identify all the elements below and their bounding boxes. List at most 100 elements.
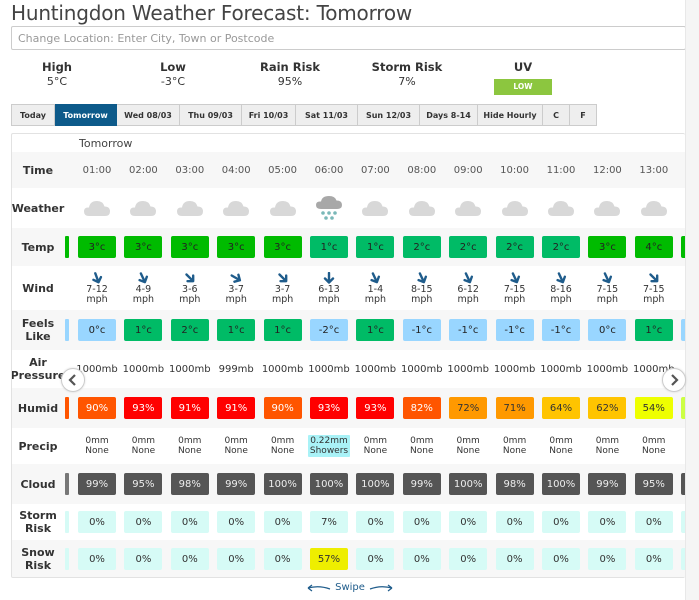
page-scrollbar[interactable] [685,0,699,600]
cell-precip: 0mm None [167,428,213,464]
cell-temp: 2°c [538,228,584,266]
storm-risk-value: 0% [449,511,488,533]
hour-time: 09:00 [453,164,483,176]
summary-rain-risk: Rain Risk 95% [235,60,345,90]
option-c[interactable]: C [543,104,570,126]
precip-value: 0mm None [222,435,249,457]
wind-value: 8-15 mph [411,271,433,305]
cell-temp: 3°c [120,228,166,266]
cloud-icon [223,201,250,216]
summary-high: High 5°C [2,60,112,90]
pressure-value: 1000mb [401,363,443,375]
cell-wind: 3-6 mph [167,266,213,310]
cell-snow-risk: 0% [445,540,491,577]
temp-value: 3°c [217,236,256,258]
wind-speed-range: 7-12 [86,283,108,295]
cell-storm-risk: 0% [260,504,306,540]
cell-time: 12:00 [584,152,630,188]
row-feels-like: Feels Like 0°c 1°c 2°c 1°c 1°c -2°c 1°c -1°c -1°c… [12,310,685,350]
wind-speed-unit: mph [457,293,479,305]
cell-wind: 1m [677,266,685,310]
location-search-input[interactable] [11,26,686,50]
hour-time: 02:00 [128,164,158,176]
temp-value: 3°c [124,236,163,258]
row-storm-risk: Storm Risk 0% 0% 0% 0% 0% 7% 0% 0% 0% 0% 0% 0% 0% [12,504,685,540]
tab-sun-12-03[interactable]: Sun 12/03 [358,104,420,126]
cell-storm-risk [677,504,685,540]
precip-value: 0mm None [408,435,435,457]
option-hide-hourly[interactable]: Hide Hourly [477,104,543,126]
feels-like-value: 1°c [217,319,256,341]
feels-like-value: -1°c [542,319,580,341]
tab-wed-08-03[interactable]: Wed 08/03 [117,104,180,126]
option-f[interactable]: F [570,104,597,126]
row-label-temp: Temp [21,240,55,254]
wind-value: 3-7 mph [272,272,293,305]
cell-time: 04:00 [213,152,259,188]
previous-hour-edge [65,397,69,419]
wind-speed-range: 1-4 [367,283,384,295]
wind-direction-icon [417,271,427,283]
precip-amount: 0mm [410,436,434,446]
cell-cloud: 98% [492,464,538,504]
tab-fri-10-03[interactable]: Fri 10/03 [242,104,296,126]
cell-precip: 0mm None [352,428,398,464]
precip-amount: 0mm [131,436,156,446]
humid-value: 90% [78,397,116,419]
precip-amount: 0mm [85,436,109,446]
arrow-left-icon [307,584,331,591]
cell-wind: 6-13 mph [306,266,352,310]
wind-speed-unit: mph [86,293,108,305]
tab-days-8-14[interactable]: Days 8-14 [420,104,478,126]
cell-pressure: 1000mb [492,350,538,388]
cell-time: 01:00 [74,152,120,188]
summary-storm-risk: Storm Risk 7% [352,60,462,90]
precip-amount: 0mm [595,436,620,446]
cell-wind: 8-16 mph [538,266,584,310]
temp-value: 3°c [170,236,209,258]
cloud-value: 99% [78,473,116,495]
snow-risk-value: 0% [217,548,256,570]
cloud-icon [455,201,482,216]
temp-value: 4°c [634,236,673,258]
scroll-right-button[interactable] [662,368,686,392]
cell-precip: 0mm None [445,428,491,464]
temp-value: 1°c [310,236,348,258]
cell-precip: 0mm None [631,428,677,464]
cell-temp: 2°c [399,228,445,266]
wind-speed-unit: mph [596,293,619,305]
cell-cloud: 99% [584,464,630,504]
cell-time: 11:00 [538,152,584,188]
cell-weather [677,188,685,228]
day-summary: High 5°C Low -3°C Rain Risk 95% Storm Ri… [0,60,600,100]
cell-wind: 8-15 mph [399,266,445,310]
cell-cloud: 100% [538,464,584,504]
cell-pressure: 999mb [213,350,259,388]
cell-wind: 1-4 mph [352,266,398,310]
row-precip: Precip 0mm None 0mm None 0mm None 0mm None 0mm Non… [12,428,685,464]
row-weather: Weather [12,188,685,228]
tab-today[interactable]: Today [11,104,55,126]
cell-weather [584,188,630,228]
snow-risk-value: 57% [310,548,348,570]
cloud-icon [408,201,435,216]
snow-risk-value: 0% [542,548,580,570]
cell-feels-like: 1°c [352,310,398,350]
snow-risk-value: 0% [124,548,163,570]
snow-risk-value: 0% [78,548,116,570]
cell-humid: 54% [631,388,677,428]
cell-feels-like: 0°c [74,310,120,350]
scroll-left-button[interactable] [61,368,85,392]
cloud-icon [84,201,110,216]
wind-direction-icon [370,271,381,283]
cell-temp: 1°c [352,228,398,266]
summary-storm-risk-label: Storm Risk [371,60,443,74]
precip-amount: 0mm [270,436,295,446]
chevron-left-icon [68,374,76,386]
row-label-precip: Precip [18,439,58,453]
cell-weather [538,188,584,228]
precip-type: None [595,446,620,456]
tab-sat-11-03[interactable]: Sat 11/03 [296,104,358,126]
tab-thu-09-03[interactable]: Thu 09/03 [180,104,242,126]
tab-tomorrow[interactable]: Tomorrow [55,104,117,126]
